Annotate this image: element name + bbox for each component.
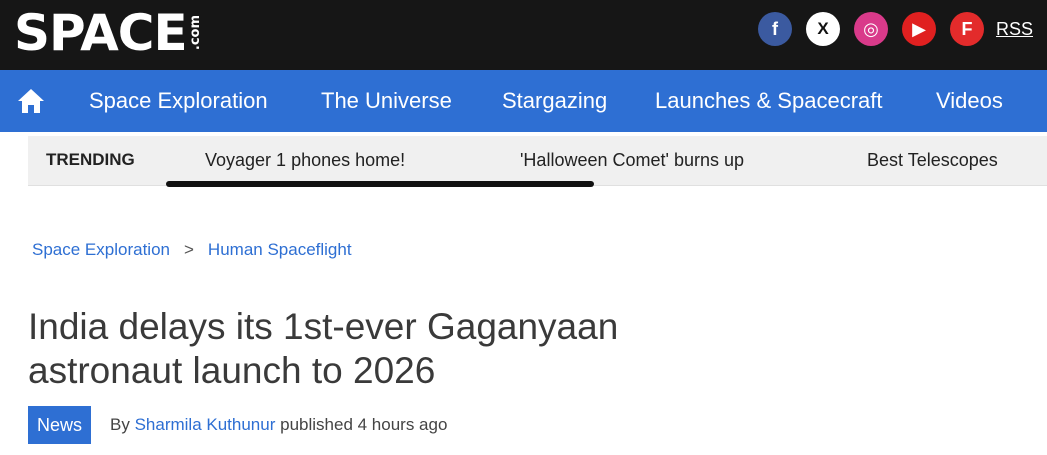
trending-scrollbar[interactable]: [166, 181, 594, 187]
top-header: SPACE .com f X ◎ ▶ F RSS: [0, 0, 1047, 70]
youtube-icon[interactable]: ▶: [901, 12, 936, 46]
breadcrumb: Space Exploration > Human Spaceflight: [32, 240, 352, 260]
nav-item-stargazing[interactable]: Stargazing: [502, 88, 607, 114]
trending-item-best-telescopes[interactable]: Best Telescopes: [867, 150, 998, 171]
trending-item-halloween-comet[interactable]: 'Halloween Comet' burns up: [520, 150, 744, 171]
logo-text: SPACE: [14, 4, 188, 62]
site-logo[interactable]: SPACE .com: [14, 2, 203, 64]
trending-item-voyager[interactable]: Voyager 1 phones home!: [205, 150, 405, 171]
logo-suffix: .com: [187, 15, 203, 51]
x-icon[interactable]: X: [805, 12, 840, 46]
article-title: India delays its 1st-ever Gaganyaan astr…: [28, 306, 619, 391]
nav-item-space-exploration[interactable]: Space Exploration: [89, 88, 268, 114]
breadcrumb-human-spaceflight[interactable]: Human Spaceflight: [208, 240, 352, 260]
facebook-icon[interactable]: f: [757, 12, 792, 46]
published-time: published 4 hours ago: [280, 415, 448, 434]
breadcrumb-space-exploration[interactable]: Space Exploration: [32, 240, 170, 260]
main-nav: Space Exploration The Universe Stargazin…: [0, 70, 1047, 132]
nav-item-launches-spacecraft[interactable]: Launches & Spacecraft: [655, 88, 882, 114]
breadcrumb-separator: >: [183, 240, 194, 259]
nav-item-the-universe[interactable]: The Universe: [321, 88, 452, 114]
home-icon[interactable]: [16, 87, 46, 115]
trending-bar: TRENDING Voyager 1 phones home! 'Hallowe…: [28, 136, 1047, 186]
rss-link[interactable]: RSS: [996, 19, 1033, 40]
nav-item-videos[interactable]: Videos: [936, 88, 1003, 114]
flipboard-icon[interactable]: F: [949, 12, 984, 46]
trending-label: TRENDING: [46, 150, 135, 169]
byline-by: By: [110, 415, 130, 434]
author-link[interactable]: Sharmila Kuthunur: [135, 415, 276, 434]
instagram-icon[interactable]: ◎: [853, 12, 888, 46]
byline: By Sharmila Kuthunur published 4 hours a…: [110, 415, 447, 435]
category-badge[interactable]: News: [28, 406, 91, 444]
social-links: f X ◎ ▶ F RSS: [757, 12, 1033, 46]
